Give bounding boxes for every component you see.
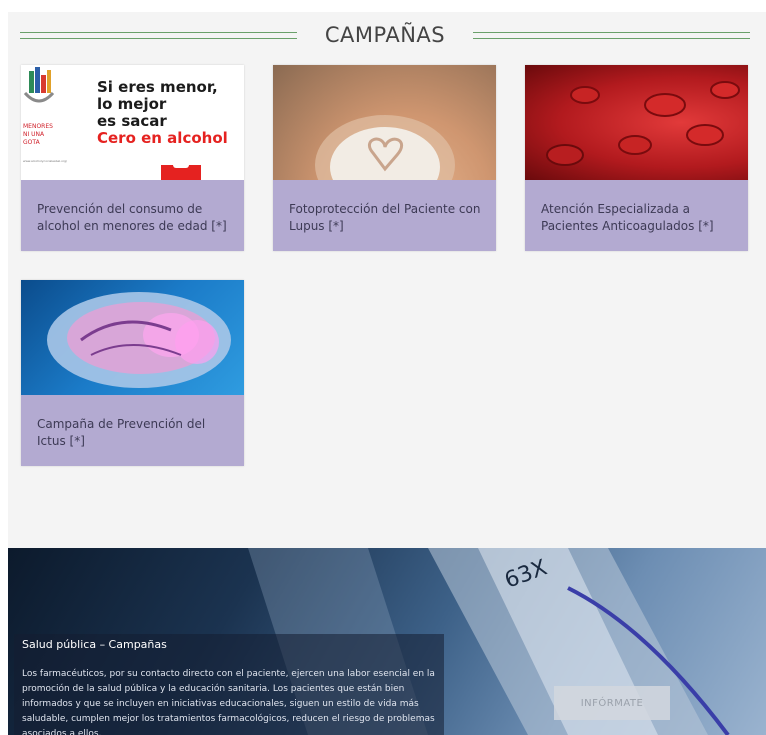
poster-url: www.alcoholycocialesbel.org/ xyxy=(23,159,68,163)
section-title: CAMPAÑAS xyxy=(324,23,446,47)
banner-text: Los farmacéuticos, por su contacto direc… xyxy=(22,669,435,735)
campaign-image-lupus xyxy=(273,65,496,180)
campaign-caption: Prevención del consumo de alcohol en men… xyxy=(37,202,227,233)
page: CAMPAÑAS MENORES NI UNA GOTA www.alcohol… xyxy=(8,12,766,735)
campaign-card-anticoagulados[interactable]: Atención Especializada a Pacientes Antic… xyxy=(525,65,748,251)
poster-line-4: Cero en alcohol xyxy=(97,129,228,147)
campaign-card-ictus[interactable]: Campaña de Prevención del Ictus [*] xyxy=(21,280,244,466)
poster-line-3: es sacar xyxy=(97,112,167,130)
campaign-caption: Atención Especializada a Pacientes Antic… xyxy=(541,202,714,233)
banner-title: Salud pública – Campañas xyxy=(22,638,167,651)
sunscreen-heart-graphic xyxy=(315,115,455,180)
poster-line-2: lo mejor xyxy=(97,95,167,113)
public-health-banner: 63X Salud pública – Campañas Los farmacé… xyxy=(8,548,766,735)
campaign-image-brain xyxy=(21,280,244,395)
header-rule-left xyxy=(20,31,297,39)
section-header: CAMPAÑAS xyxy=(20,18,750,52)
brain-graphic xyxy=(47,292,231,388)
badge-line-1: MENORES xyxy=(23,123,53,130)
alcohol-poster-graphic: MENORES NI UNA GOTA www.alcoholycociales… xyxy=(23,67,228,180)
blood-cells-graphic xyxy=(546,81,740,166)
badge-line-2: NI UNA xyxy=(23,131,45,138)
header-rule-right xyxy=(473,31,750,39)
campaign-image-alcohol: MENORES NI UNA GOTA www.alcoholycociales… xyxy=(21,65,244,180)
campaign-card-alcohol[interactable]: MENORES NI UNA GOTA www.alcoholycociales… xyxy=(21,65,244,251)
campaign-image-blood-cells xyxy=(525,65,748,180)
info-panel: Salud pública – Campañas Los farmacéutic… xyxy=(14,634,444,735)
campaign-card-lupus[interactable]: Fotoprotección del Paciente con Lupus [*… xyxy=(273,65,496,251)
badge-line-3: GOTA xyxy=(23,139,41,146)
campaign-caption: Fotoprotección del Paciente con Lupus [*… xyxy=(289,202,481,233)
campaign-caption: Campaña de Prevención del Ictus [*] xyxy=(37,417,206,448)
poster-line-1: Si eres menor, xyxy=(97,78,218,96)
informate-button[interactable]: INFÓRMATE xyxy=(554,686,670,720)
